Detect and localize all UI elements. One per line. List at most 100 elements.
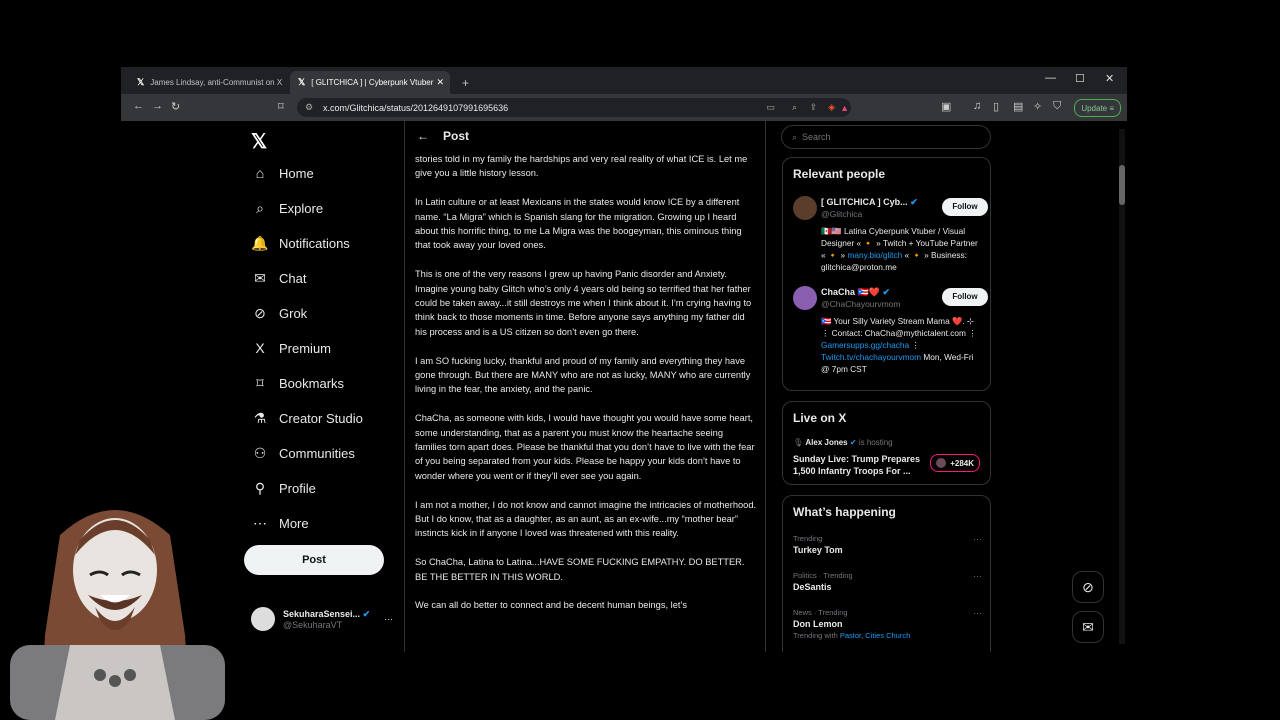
reader-icon[interactable]: ▯ [993, 100, 999, 113]
messages-fab-icon[interactable]: ✉ [1072, 611, 1104, 643]
close-window-icon[interactable]: ✕ [1105, 72, 1114, 85]
close-tab-icon[interactable]: ✕ [436, 77, 444, 88]
trend-name: Turkey Tom [793, 545, 843, 555]
tab-bar: 𝕏 James Lindsay, anti-Communist on X 𝕏 [… [121, 67, 1127, 94]
tab-glitchica[interactable]: 𝕏 [ GLITCHICA ] | Cyberpunk Vtuber ✕ [290, 71, 450, 94]
media-icon[interactable]: ♫ [973, 100, 981, 112]
scrollbar-thumb[interactable] [1119, 165, 1125, 205]
person-bio: 🇵🇷 Your Silly Variety Stream Mama ❤️. ⊹ … [821, 315, 983, 375]
relevant-people-card: Relevant people [ GLITCHICA ] Cyb... ✔ @… [782, 157, 991, 391]
mic-icon: 🎙 [793, 438, 804, 447]
tab-lindsay[interactable]: 𝕏 James Lindsay, anti-Communist on X [129, 71, 284, 94]
forward-icon[interactable]: → [152, 100, 163, 112]
nav-label: More [279, 516, 309, 531]
home-icon: ⌂ [255, 165, 265, 181]
brave-rewards-icon[interactable]: ▲ [840, 103, 849, 113]
grok-icon: ⊘ [254, 305, 266, 321]
person-chacha[interactable]: ChaCha 🇵🇷❤️ ✔ @ChaChayourvmom Follow 🇵🇷 … [793, 286, 988, 386]
nav-label: Home [279, 165, 314, 181]
nav-label: Profile [279, 481, 316, 496]
tab-label: James Lindsay, anti-Communist on X [150, 78, 283, 87]
sidebar-toggle-icon[interactable]: ▣ [941, 100, 951, 113]
card-title: What’s happening [793, 505, 896, 519]
browser-window: 𝕏 James Lindsay, anti-Communist on X 𝕏 [… [121, 67, 1127, 652]
zoom-icon[interactable]: ⌕ [792, 102, 797, 113]
x-logo-icon[interactable]: 𝕏 [251, 129, 267, 154]
post-button[interactable]: Post [244, 545, 384, 575]
live-on-x-card[interactable]: Live on X 🎙 Alex Jones ✔ is hosting Sund… [782, 401, 991, 485]
nav-chat[interactable]: ✉ Chat [251, 270, 306, 287]
person-name-text: [ GLITCHICA ] Cyb... [821, 197, 908, 207]
nav-grok[interactable]: ⊘ Grok [251, 305, 307, 322]
person-icon: ⚲ [254, 480, 266, 496]
person-name: [ GLITCHICA ] Cyb... ✔ [821, 196, 918, 208]
more-dots-icon[interactable]: ··· [973, 534, 982, 544]
paragraph: In Latin culture or at least Mexicans in… [415, 197, 742, 251]
more-dots-icon[interactable]: ··· [384, 614, 393, 624]
trend-item[interactable]: Politics · Trending DeSantis ··· [793, 571, 988, 592]
nav-label: Chat [279, 271, 307, 286]
leo-icon[interactable]: ✧ [1033, 100, 1042, 113]
tab-label: [ GLITCHICA ] | Cyberpunk Vtuber [311, 78, 434, 87]
bio-link[interactable]: Twitch.tv/chachayourvmom [821, 352, 921, 362]
account-switcher[interactable]: SekuharaSensei... ✔ @SekuharaVT ··· [251, 607, 393, 631]
page-title: Post [443, 129, 470, 143]
person-handle: @Glitchica [821, 209, 863, 219]
scrollbar[interactable] [1119, 129, 1125, 644]
wallet-icon[interactable]: ▤ [1013, 100, 1023, 113]
minimize-icon[interactable]: — [1045, 72, 1056, 84]
avatar [793, 286, 817, 310]
vpn-icon[interactable]: ⛉ [1053, 100, 1061, 113]
back-arrow-icon[interactable]: ← [417, 129, 429, 143]
x-premium-icon: X [255, 340, 265, 356]
search-icon: ⌕ [256, 200, 264, 216]
paragraph: We can all do better to connect and be d… [415, 600, 688, 611]
maximize-icon[interactable]: ☐ [1075, 72, 1085, 85]
trend-item[interactable]: Trending Turkey Tom ··· [793, 534, 988, 555]
grok-fab-icon[interactable]: ⊘ [1072, 571, 1104, 603]
nav-profile[interactable]: ⚲ Profile [251, 480, 316, 497]
account-name-text: SekuharaSensei... [283, 608, 361, 619]
trend-item[interactable]: News · Trending Don Lemon Trending with … [793, 608, 988, 640]
bio-link[interactable]: many.bio/glitch [847, 250, 902, 260]
more-dots-icon[interactable]: ··· [973, 571, 982, 581]
verified-icon: ✔ [849, 438, 857, 447]
update-button[interactable]: Update ≡ [1074, 99, 1121, 117]
brave-shield-icon[interactable]: ◈ [828, 102, 835, 113]
nav-creator-studio[interactable]: ⚗ Creator Studio [251, 410, 363, 427]
person-glitchica[interactable]: [ GLITCHICA ] Cyb... ✔ @Glitchica Follow… [793, 196, 988, 276]
nav-home[interactable]: ⌂ Home [251, 165, 314, 181]
share-icon[interactable]: ⇪ [809, 102, 817, 113]
back-icon[interactable]: ← [133, 100, 144, 112]
browser-toolbar: ← → ↻ ⌑ ⚙ x.com/Glitchica/status/2012649… [121, 94, 1127, 121]
cast-icon[interactable]: ▭ [766, 102, 775, 113]
more-dots-icon[interactable]: ··· [973, 608, 982, 618]
bookmark-icon[interactable]: ⌑ [278, 100, 284, 113]
nav-notifications[interactable]: 🔔 Notifications [251, 235, 350, 252]
card-title: Relevant people [793, 167, 886, 181]
nav-premium[interactable]: X Premium [251, 340, 331, 356]
follow-button[interactable]: Follow [942, 288, 988, 306]
nav-bookmarks[interactable]: ⌑ Bookmarks [251, 375, 344, 392]
trend-context: Trending [793, 534, 823, 543]
follow-button[interactable]: Follow [942, 198, 988, 216]
search-input[interactable]: ⌕ Search [781, 125, 991, 149]
listener-count: +284K [950, 458, 974, 468]
account-handle: @SekuharaVT [283, 619, 343, 630]
listener-count-badge: +284K [930, 454, 980, 472]
hosting-label: is hosting [858, 438, 893, 447]
trend-name: DeSantis [793, 582, 832, 592]
new-tab-button[interactable]: + [454, 71, 474, 94]
trend-extra-link[interactable]: Pastor, Cities Church [840, 631, 910, 640]
nav-communities[interactable]: ⚇ Communities [251, 445, 355, 462]
nav-label: Creator Studio [279, 411, 363, 426]
nav-explore[interactable]: ⌕ Explore [251, 200, 323, 217]
address-bar[interactable]: ⚙ x.com/Glitchica/status/201264910799169… [297, 98, 851, 117]
bio-link[interactable]: Gamersupps.gg/chacha [821, 340, 909, 350]
nav-more[interactable]: ⋯ More [251, 515, 309, 532]
post-column: ← Post stories told in my family the har… [404, 121, 766, 652]
site-info-icon[interactable]: ⚙ [305, 102, 313, 113]
avatar [793, 196, 817, 220]
reload-icon[interactable]: ↻ [171, 100, 180, 113]
nav-label: Bookmarks [279, 376, 345, 391]
